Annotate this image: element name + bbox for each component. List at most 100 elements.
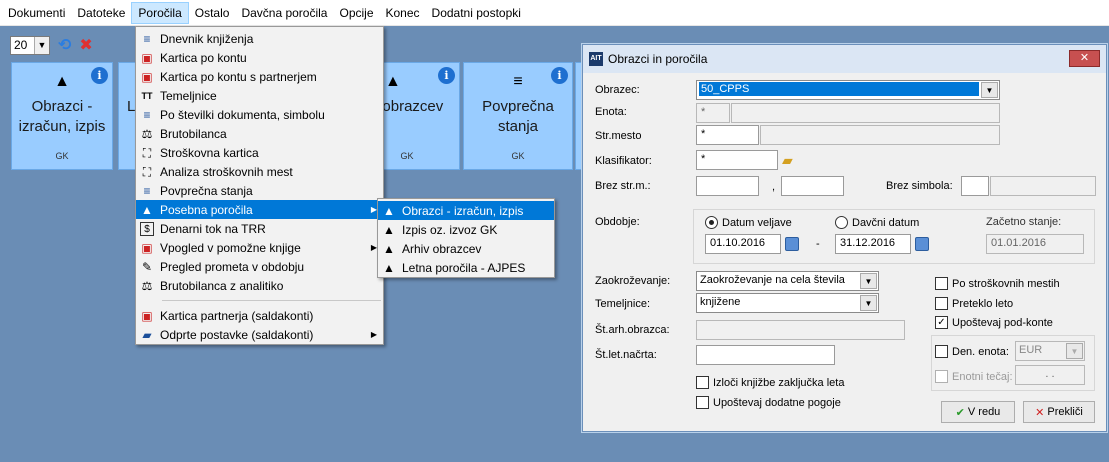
- zaokrozevanje-select[interactable]: Zaokroževanje na cela števila ▼: [696, 271, 879, 291]
- brez-simbola-input[interactable]: [961, 176, 989, 196]
- durs-icon: ▲: [54, 73, 70, 90]
- den-enota-checkbox[interactable]: Den. enota:: [935, 345, 1009, 358]
- menu-item-po-stevilki[interactable]: ≡ Po številki dokumenta, simbolu: [136, 105, 383, 124]
- obrazec-select[interactable]: 50_CPPS ▼: [696, 80, 1000, 100]
- menu-item-analiza[interactable]: ⛶ Analiza stroškovnih mest: [136, 162, 383, 181]
- menu-dodatni-postopki[interactable]: Dodatni postopki: [426, 2, 527, 24]
- menu-item-odprte-postavke[interactable]: ▰ Odprte postavke (saldakonti) ▶: [136, 325, 383, 344]
- temeljnice-select[interactable]: knjižene ▼: [696, 293, 879, 313]
- submenu-item-arhiv[interactable]: ▲ Arhiv obrazcev: [378, 239, 554, 258]
- preteklo-leto-checkbox[interactable]: Preteklo leto: [935, 297, 1013, 310]
- scale-icon: ⚖: [141, 126, 153, 141]
- menu-item-denarni-tok[interactable]: $ Denarni tok na TRR: [136, 219, 383, 238]
- menu-davcna-porocila[interactable]: Davčna poročila: [235, 2, 333, 24]
- st-let-label: Št.let.načrta:: [595, 349, 657, 361]
- klasifikator-input[interactable]: *: [696, 150, 778, 170]
- calendar-icon[interactable]: [785, 237, 799, 251]
- menu-item-pregled[interactable]: ✎ Pregled prometa v obdobju: [136, 257, 383, 276]
- submenu-item-obrazci[interactable]: ▲ Obrazci - izračun, izpis: [378, 201, 554, 220]
- cancel-button[interactable]: ✕ Prekliči: [1023, 401, 1095, 423]
- menu-item-kartica-kontu[interactable]: ▣ Kartica po kontu: [136, 48, 383, 67]
- menu-item-temeljnice[interactable]: TT Temeljnice: [136, 86, 383, 105]
- menu-separator: [162, 300, 381, 301]
- tree-icon: ⛶: [142, 145, 152, 160]
- date-from-input[interactable]: 01.10.2016: [705, 234, 781, 254]
- chevron-down-icon: ▼: [1066, 343, 1083, 359]
- durs-icon: ▲: [385, 73, 401, 90]
- submenu-item-letna[interactable]: ▲ Letna poročila - AJPES: [378, 258, 554, 277]
- checkbox-box: [696, 396, 709, 409]
- date-dash: -: [816, 238, 820, 250]
- menu-ostalo[interactable]: Ostalo: [189, 2, 236, 24]
- folder-icon[interactable]: ▰: [782, 152, 793, 169]
- valuta-value: EUR: [1019, 344, 1043, 356]
- tile-obrazci[interactable]: i ▲ Obrazci - izračun, izpis GK: [11, 62, 113, 170]
- card-icon: ▣: [141, 308, 153, 323]
- brez-strm-from-input[interactable]: [696, 176, 759, 196]
- tile-footer: GK: [511, 151, 525, 161]
- obrazec-value: 50_CPPS: [699, 82, 979, 96]
- st-arh-label: Št.arh.obrazca:: [595, 324, 670, 336]
- obrazec-label: Obrazec:: [595, 84, 640, 96]
- menu-item-brutobilanca-analitika[interactable]: ⚖ Brutobilanca z analitiko: [136, 276, 383, 295]
- dodatne-checkbox[interactable]: Upoštevaj dodatne pogoje: [696, 396, 841, 409]
- ok-button[interactable]: ✔ V redu: [941, 401, 1015, 423]
- radio-datum-veljave[interactable]: Datum veljave: [705, 216, 792, 229]
- app-icon: AIT: [589, 52, 603, 66]
- menu-item-kartica-saldakonti[interactable]: ▣ Kartica partnerja (saldakonti): [136, 306, 383, 325]
- folder-icon: ▰: [142, 327, 152, 342]
- check-icon: ✓: [935, 316, 948, 329]
- comma-separator: ,: [772, 181, 776, 193]
- menu-dokumenti[interactable]: Dokumenti: [2, 2, 71, 24]
- menu-opcije[interactable]: Opcije: [333, 2, 379, 24]
- chevron-down-icon: ▼: [34, 36, 49, 54]
- toolbar: 20 ▼ ⟲ ✖: [10, 35, 93, 55]
- menu-item-dnevnik[interactable]: ≡ Dnevnik knjiženja: [136, 29, 383, 48]
- radio-dot: [835, 216, 848, 229]
- posebna-submenu: ▲ Obrazci - izračun, izpis ▲ Izpis oz. izv…: [377, 198, 555, 278]
- radio-davcni-datum[interactable]: Davčni datum: [835, 216, 919, 229]
- menu-item-kartica-partner[interactable]: ▣ Kartica po kontu s partnerjem: [136, 67, 383, 86]
- count-value: 20: [14, 38, 28, 52]
- close-icon[interactable]: ✖: [79, 35, 92, 55]
- menu-konec[interactable]: Konec: [380, 2, 426, 24]
- card-icon: ▣: [141, 50, 153, 65]
- st-arh-input: [696, 320, 905, 340]
- zacetno-stanje-input: 01.01.2016: [986, 234, 1084, 254]
- valuta-select: EUR ▼: [1015, 341, 1085, 361]
- tile-povprecna[interactable]: i ≡ Povprečna stanja GK: [463, 62, 573, 170]
- info-icon[interactable]: i: [438, 67, 455, 84]
- strmesto-input[interactable]: *: [696, 125, 759, 145]
- porocila-dropdown: ≡ Dnevnik knjiženja ▣ Kartica po kontu ▣ Ka…: [135, 26, 384, 345]
- durs-icon: ▲: [141, 202, 153, 217]
- dollar-icon: $: [140, 221, 154, 236]
- brez-simbola-label: Brez simbola:: [886, 180, 953, 192]
- dialog-title: Obrazci in poročila: [608, 52, 708, 66]
- podkonte-checkbox[interactable]: ✓ Upoštevaj pod-konte: [935, 316, 1053, 329]
- calendar-icon[interactable]: [915, 237, 929, 251]
- temeljnice-label: Temeljnice:: [595, 298, 651, 310]
- menu-item-vpogled[interactable]: ▣ Vpogled v pomožne knjige ▶: [136, 238, 383, 257]
- list-icon: ≡: [513, 73, 523, 90]
- menu-item-brutobilanca[interactable]: ⚖ Brutobilanca: [136, 124, 383, 143]
- po-stroskovnih-checkbox[interactable]: Po stroškovnih mestih: [935, 277, 1060, 290]
- menu-item-stroskovna[interactable]: ⛶ Stroškovna kartica: [136, 143, 383, 162]
- brez-strm-to-input[interactable]: [781, 176, 844, 196]
- submenu-item-izpis-gk[interactable]: ▲ Izpis oz. izvoz GK: [378, 220, 554, 239]
- menu-item-posebna[interactable]: ▲ Posebna poročila ▶: [136, 200, 383, 219]
- klasifikator-label: Klasifikator:: [595, 155, 652, 167]
- close-button[interactable]: ✕: [1069, 50, 1100, 67]
- text-icon: TT: [141, 90, 153, 101]
- date-to-input[interactable]: 31.12.2016: [835, 234, 911, 254]
- menu-item-povprecna[interactable]: ≡ Povprečna stanja: [136, 181, 383, 200]
- menu-datoteke[interactable]: Datoteke: [71, 2, 131, 24]
- refresh-icon[interactable]: ⟲: [58, 35, 71, 55]
- tile-footer: GK: [55, 151, 69, 161]
- menu-porocila[interactable]: Poročila: [131, 1, 189, 24]
- enota-input[interactable]: *: [696, 103, 730, 123]
- izloci-checkbox[interactable]: Izloči knjižbe zaključka leta: [696, 376, 844, 389]
- enota-name-field: [731, 103, 1000, 123]
- st-let-input[interactable]: [696, 345, 835, 365]
- dialog-body: Obrazec: 50_CPPS ▼ Enota: * Str.mesto * …: [583, 73, 1106, 431]
- count-select[interactable]: 20 ▼: [10, 35, 50, 55]
